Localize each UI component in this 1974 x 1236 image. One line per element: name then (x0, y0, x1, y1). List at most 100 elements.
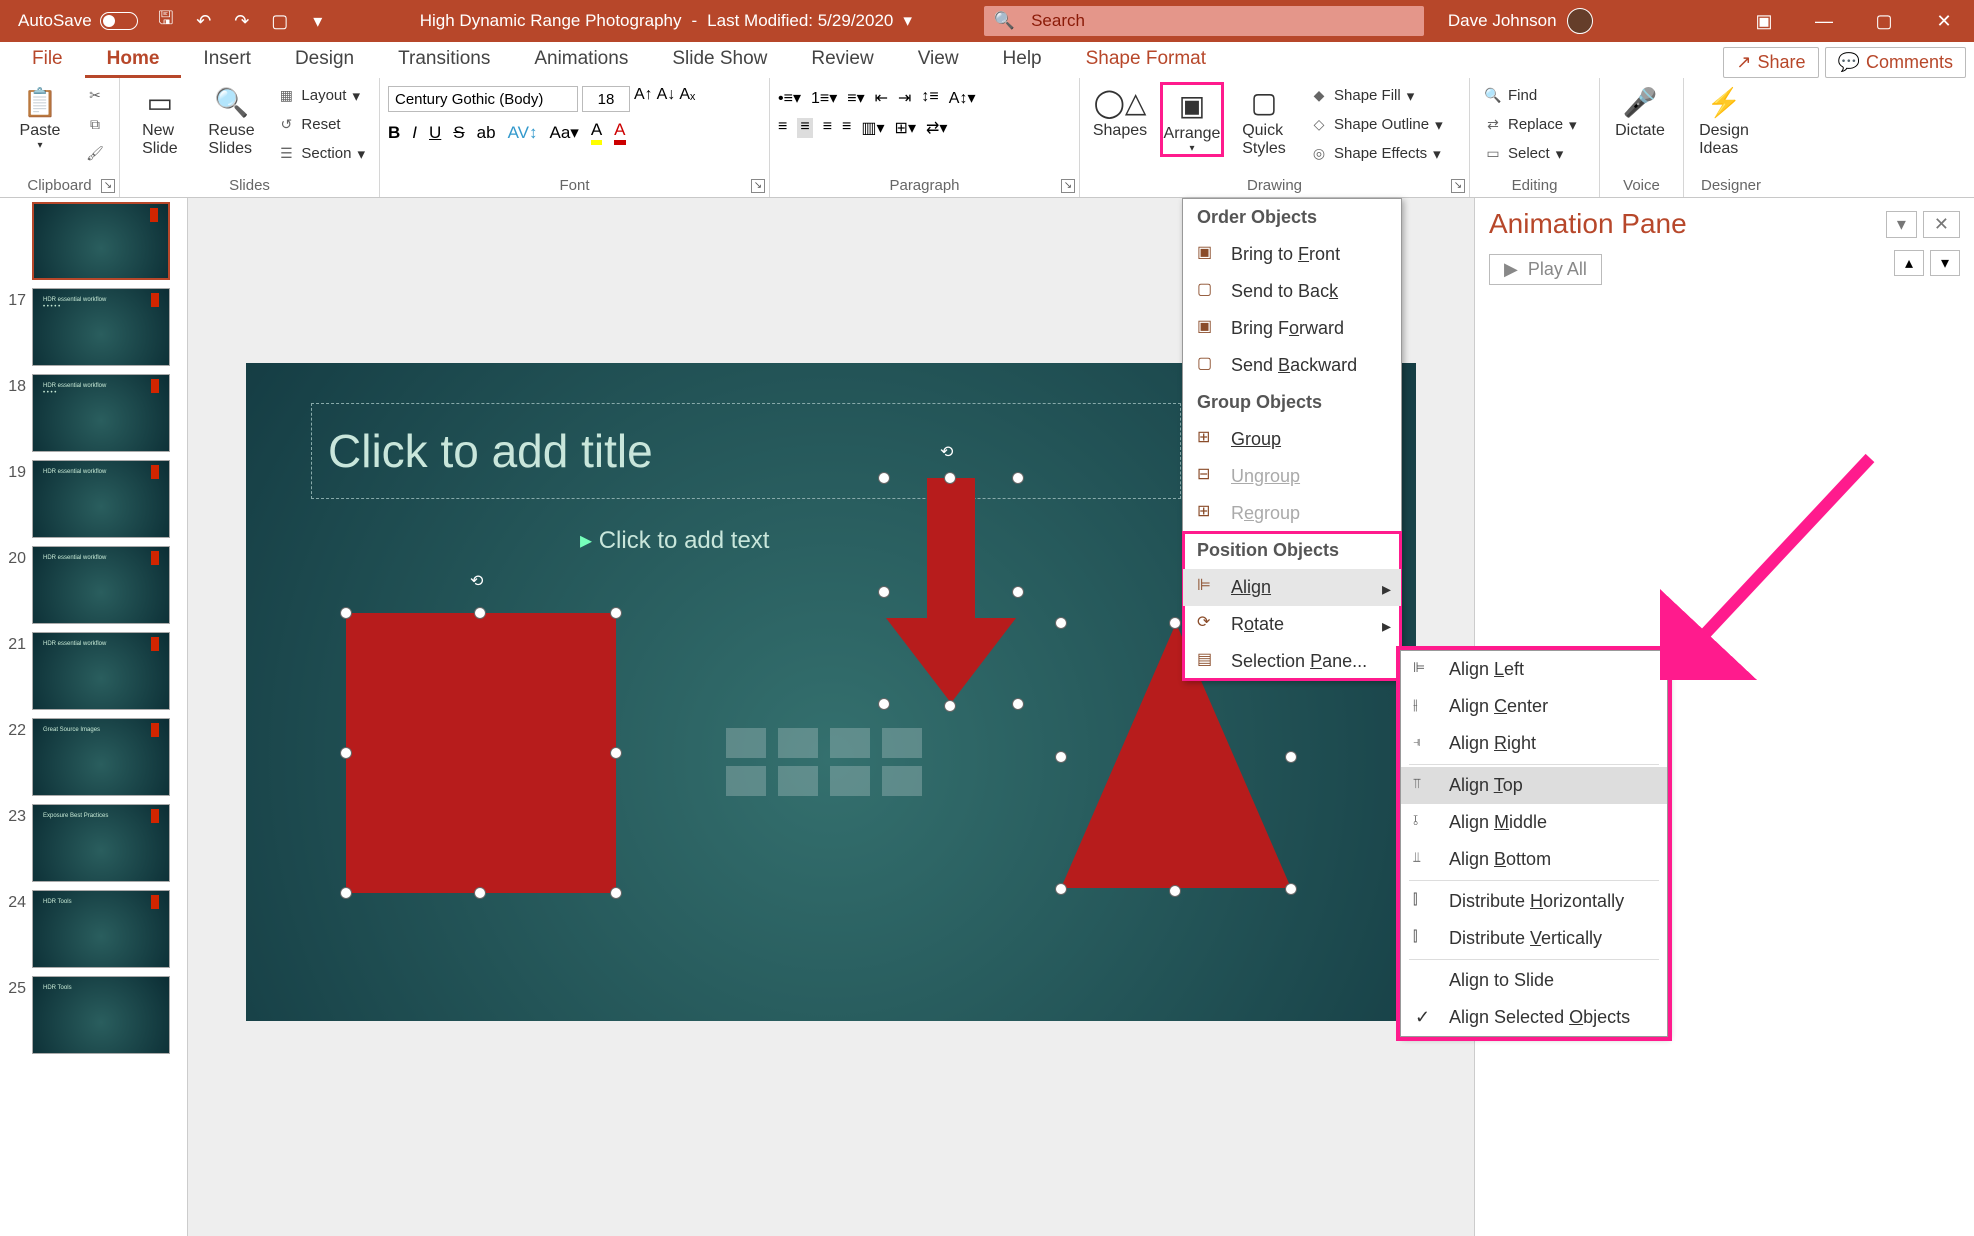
autosave-switch[interactable] (100, 12, 138, 30)
align-right[interactable]: ⫣Align Right (1401, 725, 1667, 762)
char-spacing-button[interactable]: AV↕ (508, 123, 538, 143)
tab-animations[interactable]: Animations (512, 40, 650, 78)
share-button[interactable]: ↗ Share (1723, 47, 1818, 78)
tab-transitions[interactable]: Transitions (376, 40, 512, 78)
align-bottom[interactable]: ⫫Align Bottom (1401, 841, 1667, 878)
design-ideas-button[interactable]: ⚡Design Ideas (1692, 82, 1756, 158)
align-center-button[interactable]: ≡ (797, 118, 812, 138)
minimize-icon[interactable]: — (1794, 0, 1854, 42)
tab-design[interactable]: Design (273, 40, 376, 78)
present-icon[interactable]: ▢ (268, 9, 292, 33)
search-box[interactable]: 🔍 (984, 6, 1424, 36)
reuse-slides-button[interactable]: 🔍Reuse Slides (200, 82, 264, 158)
clear-format-icon[interactable]: Aₓ (679, 86, 695, 112)
shadow-button[interactable]: ab (477, 123, 496, 143)
autosave-toggle[interactable]: AutoSave (18, 11, 138, 31)
pane-close-icon[interactable]: ✕ (1923, 211, 1960, 238)
slide-thumbnails[interactable]: 17HDR essential workflow• • • • • 18HDR … (0, 198, 188, 1236)
tab-home[interactable]: Home (85, 40, 182, 78)
thumb-16[interactable] (32, 202, 170, 280)
selection-pane-item[interactable]: ▤Selection Pane... (1183, 643, 1401, 680)
columns-button[interactable]: ▥▾ (861, 118, 884, 138)
redo-icon[interactable]: ↷ (230, 9, 254, 33)
inc-indent-button[interactable]: ⇥ (898, 88, 911, 108)
align-left-button[interactable]: ≡ (778, 118, 787, 138)
change-case-button[interactable]: Aa▾ (549, 123, 578, 143)
bring-to-front[interactable]: ▣Bring to Front (1183, 236, 1401, 273)
thumb-22[interactable]: Great Source Images (32, 718, 170, 796)
tab-view[interactable]: View (896, 40, 981, 78)
thumb-21[interactable]: HDR essential workflow (32, 632, 170, 710)
increase-font-icon[interactable]: A↑ (634, 86, 653, 112)
align-submenu[interactable]: ⊫Align▸ (1183, 569, 1401, 606)
align-left[interactable]: ⊫Align Left (1401, 651, 1667, 688)
numbering-button[interactable]: 1≡▾ (811, 88, 837, 108)
search-input[interactable] (1031, 11, 1414, 31)
reset-button[interactable]: ↺Reset (271, 111, 371, 138)
chart-icon[interactable] (778, 728, 818, 758)
shape-outline-button[interactable]: ◇Shape Outline ▾ (1304, 111, 1449, 138)
send-backward[interactable]: ▢Send Backward (1183, 347, 1401, 384)
table-icon[interactable] (726, 728, 766, 758)
underline-button[interactable]: U (429, 123, 441, 143)
font-size-input[interactable] (582, 86, 630, 112)
arrange-button[interactable]: ▣Arrange▾ (1160, 82, 1224, 157)
bold-button[interactable]: B (388, 123, 400, 143)
icons-icon[interactable] (882, 766, 922, 796)
bring-forward[interactable]: ▣Bring Forward (1183, 310, 1401, 347)
justify-button[interactable]: ≡ (842, 118, 851, 138)
align-middle[interactable]: ⫱Align Middle (1401, 804, 1667, 841)
drawing-launcher[interactable]: ↘ (1451, 179, 1465, 193)
distribute-vertically[interactable]: ⫿Distribute Vertically (1401, 920, 1667, 957)
move-up-button[interactable]: ▴ (1894, 250, 1924, 276)
comments-button[interactable]: 💬 Comments (1825, 47, 1966, 78)
align-text-button[interactable]: ⊞▾ (895, 118, 916, 138)
align-center[interactable]: ⫲Align Center (1401, 688, 1667, 725)
thumb-25[interactable]: HDR Tools (32, 976, 170, 1054)
move-down-button[interactable]: ▾ (1930, 250, 1960, 276)
thumb-18[interactable]: HDR essential workflow• • • • (32, 374, 170, 452)
replace-button[interactable]: ⇄Replace ▾ (1478, 111, 1583, 138)
smartart-button[interactable]: ⇄▾ (926, 118, 947, 138)
thumb-17[interactable]: HDR essential workflow• • • • • (32, 288, 170, 366)
shape-square[interactable]: ⟲ (346, 613, 616, 893)
rotate-handle-icon[interactable]: ⟲ (940, 442, 960, 462)
thumb-19[interactable]: HDR essential workflow (32, 460, 170, 538)
font-name-input[interactable] (388, 86, 578, 112)
list-level-button[interactable]: ≡▾ (847, 88, 864, 108)
play-all-button[interactable]: ▶ Play All (1489, 254, 1602, 285)
italic-button[interactable]: I (412, 123, 417, 143)
shapes-button[interactable]: ◯△Shapes (1088, 82, 1152, 140)
group-item[interactable]: ⊞Group (1183, 421, 1401, 458)
line-spacing-button[interactable]: ↕≡ (921, 88, 938, 108)
distribute-horizontally[interactable]: ⫿Distribute Horizontally (1401, 883, 1667, 920)
3d-icon[interactable] (882, 728, 922, 758)
align-top[interactable]: ⫪Align Top (1401, 767, 1667, 804)
rotate-submenu[interactable]: ⟳Rotate▸ (1183, 606, 1401, 643)
section-button[interactable]: ☰Section ▾ (271, 140, 371, 167)
strike-button[interactable]: S (453, 123, 464, 143)
tab-file[interactable]: File (10, 40, 85, 78)
align-selected-objects[interactable]: ✓Align Selected Objects (1401, 999, 1667, 1036)
undo-icon[interactable]: ↶ (192, 9, 216, 33)
select-button[interactable]: ▭Select ▾ (1478, 140, 1583, 167)
tab-help[interactable]: Help (981, 40, 1064, 78)
clipboard-launcher[interactable]: ↘ (101, 179, 115, 193)
dictate-button[interactable]: 🎤Dictate (1608, 82, 1672, 140)
tab-slideshow[interactable]: Slide Show (650, 40, 789, 78)
paragraph-launcher[interactable]: ↘ (1061, 179, 1075, 193)
video-icon[interactable] (830, 766, 870, 796)
pane-options-icon[interactable]: ▾ (1886, 211, 1917, 238)
text-direction-button[interactable]: A↕▾ (949, 88, 976, 108)
font-launcher[interactable]: ↘ (751, 179, 765, 193)
paste-button[interactable]: 📋 Paste▾ (8, 82, 72, 151)
smartart-icon[interactable] (830, 728, 870, 758)
text-placeholder[interactable]: Click to add text (580, 526, 769, 555)
tab-shape-format[interactable]: Shape Format (1064, 40, 1228, 78)
decrease-font-icon[interactable]: A↓ (657, 86, 676, 112)
highlight-button[interactable]: A (591, 120, 602, 145)
rotate-handle-icon[interactable]: ⟲ (470, 571, 490, 591)
thumb-23[interactable]: Exposure Best Practices (32, 804, 170, 882)
close-icon[interactable]: ✕ (1914, 0, 1974, 42)
content-placeholder-icons[interactable] (726, 728, 926, 796)
